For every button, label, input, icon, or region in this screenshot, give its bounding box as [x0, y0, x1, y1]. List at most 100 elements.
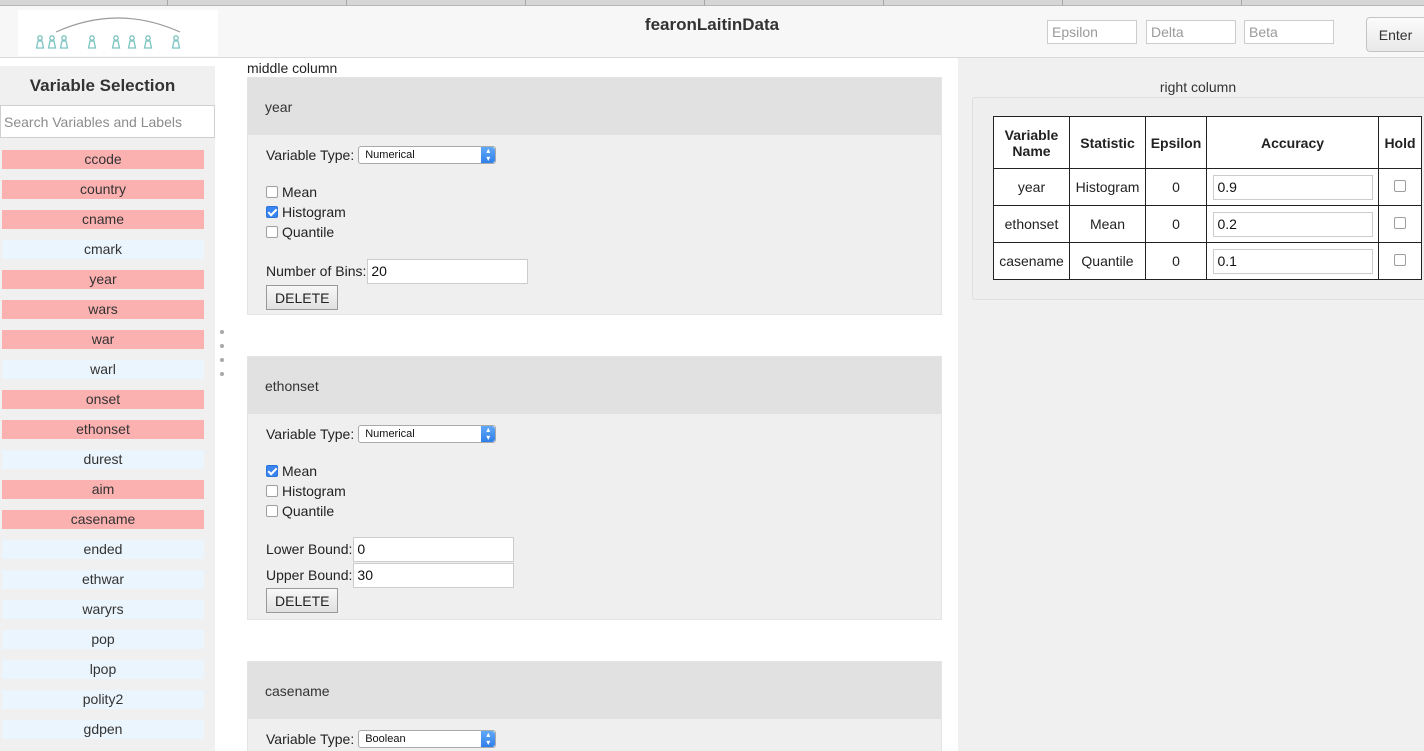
- cell-accuracy: [1206, 168, 1379, 206]
- variable-item-onset[interactable]: onset: [2, 390, 204, 409]
- card-header: year: [248, 78, 941, 135]
- variable-item-waryrs[interactable]: waryrs: [2, 600, 204, 619]
- card-header: casename: [248, 662, 941, 719]
- variable-type-label: Variable Type:: [266, 426, 355, 442]
- mean-label: Mean: [282, 463, 318, 479]
- variable-item-wars[interactable]: wars: [2, 300, 204, 319]
- statistics-panel: Variable Name Statistic Epsilon Accuracy…: [972, 97, 1424, 300]
- variable-item-polity2[interactable]: polity2: [2, 690, 204, 709]
- panel-resize-handle[interactable]: [220, 330, 226, 386]
- variable-item-gdpen[interactable]: gdpen: [2, 720, 204, 739]
- table-row: ethonset Mean 0: [993, 205, 1422, 243]
- upper-bound-input[interactable]: [353, 562, 515, 588]
- accuracy-input[interactable]: [1212, 211, 1373, 237]
- lower-bound-input[interactable]: [353, 536, 515, 562]
- quantile-label: Quantile: [282, 224, 335, 240]
- column-header-accuracy: Accuracy: [1206, 116, 1379, 169]
- variable-type-label: Variable Type:: [266, 731, 355, 747]
- mean-checkbox[interactable]: [266, 186, 278, 198]
- column-header-statistic: Statistic: [1069, 116, 1146, 169]
- cell-accuracy: [1206, 205, 1379, 243]
- delete-button[interactable]: DELETE: [266, 588, 339, 613]
- variable-card-year: year Variable Type: Numerical ▴ ▾ Mean His…: [247, 77, 942, 315]
- accuracy-input[interactable]: [1212, 248, 1373, 274]
- cell-variable-name: ethonset: [993, 205, 1070, 243]
- right-column: right column Variable Name Statistic Eps…: [958, 58, 1424, 751]
- variable-type-select[interactable]: Boolean ▴ ▾: [358, 730, 497, 748]
- histogram-checkbox[interactable]: [266, 485, 278, 497]
- upper-bound-label: Upper Bound:: [266, 567, 353, 583]
- variable-item-cmark[interactable]: cmark: [2, 240, 204, 259]
- delete-button[interactable]: DELETE: [266, 285, 339, 310]
- variable-item-ethwar[interactable]: ethwar: [2, 570, 204, 589]
- variable-item-ccode[interactable]: ccode: [2, 150, 204, 169]
- cell-accuracy: [1206, 242, 1379, 280]
- cell-epsilon: 0: [1145, 242, 1207, 280]
- select-arrows-icon: ▴ ▾: [481, 147, 496, 163]
- card-header: ethonset: [248, 357, 941, 414]
- variable-selection-title: Variable Selection: [29, 76, 176, 95]
- variable-item-pop[interactable]: pop: [2, 630, 204, 649]
- cell-variable-name: casename: [993, 242, 1070, 280]
- column-header-epsilon: Epsilon: [1145, 116, 1207, 169]
- lower-bound-label: Lower Bound:: [266, 541, 353, 557]
- variable-item-warl[interactable]: warl: [2, 360, 204, 379]
- epsilon-input[interactable]: [1047, 20, 1137, 44]
- cell-epsilon: 0: [1145, 168, 1207, 206]
- app-header: fearonLaitinData Enter: [0, 6, 1424, 58]
- select-arrows-icon: ▴ ▾: [481, 731, 496, 747]
- number-of-bins-label: Number of Bins:: [266, 263, 367, 279]
- histogram-label: Histogram: [282, 204, 346, 220]
- variable-item-war[interactable]: war: [2, 330, 204, 349]
- accuracy-input[interactable]: [1212, 174, 1373, 200]
- mean-checkbox[interactable]: [266, 465, 278, 477]
- right-column-title: right column: [1159, 79, 1237, 95]
- table-header-row: Variable Name Statistic Epsilon Accuracy…: [993, 116, 1422, 169]
- cell-hold: [1378, 168, 1422, 206]
- variable-type-value: Numerical: [365, 149, 415, 161]
- enter-button[interactable]: Enter: [1366, 17, 1424, 52]
- cell-hold: [1378, 242, 1422, 280]
- middle-column-title: middle column: [247, 60, 338, 76]
- cell-variable-name: year: [993, 168, 1070, 206]
- column-header-hold: Hold: [1378, 116, 1422, 169]
- number-of-bins-input[interactable]: [367, 258, 529, 284]
- variable-item-durest[interactable]: durest: [2, 450, 204, 469]
- cell-statistic: Histogram: [1069, 168, 1146, 206]
- variable-type-select[interactable]: Numerical ▴ ▾: [358, 425, 497, 443]
- variable-item-ethonset[interactable]: ethonset: [2, 420, 204, 439]
- variable-type-select[interactable]: Numerical ▴ ▾: [358, 146, 497, 164]
- quantile-label: Quantile: [282, 503, 335, 519]
- quantile-checkbox[interactable]: [266, 226, 278, 238]
- variable-item-cname[interactable]: cname: [2, 210, 204, 229]
- quantile-checkbox[interactable]: [266, 505, 278, 517]
- middle-column: middle column year Variable Type: Numeri…: [232, 58, 957, 751]
- variable-selection-panel: Variable Selection ccode country cname cmar…: [0, 66, 215, 751]
- variable-search-input[interactable]: [0, 105, 215, 138]
- histogram-checkbox[interactable]: [266, 206, 278, 218]
- cell-epsilon: 0: [1145, 205, 1207, 243]
- variable-item-country[interactable]: country: [2, 180, 204, 199]
- select-arrows-icon: ▴ ▾: [481, 426, 496, 442]
- variable-item-aim[interactable]: aim: [2, 480, 204, 499]
- beta-input[interactable]: [1244, 20, 1334, 44]
- delta-input[interactable]: [1146, 20, 1236, 44]
- cell-statistic: Mean: [1069, 205, 1146, 243]
- hold-checkbox[interactable]: [1394, 217, 1406, 229]
- cell-hold: [1378, 205, 1422, 243]
- variable-item-lpop[interactable]: lpop: [2, 660, 204, 679]
- variable-item-ended[interactable]: ended: [2, 540, 204, 559]
- variable-type-value: Boolean: [365, 733, 406, 745]
- cell-statistic: Quantile: [1069, 242, 1146, 280]
- hold-checkbox[interactable]: [1394, 180, 1406, 192]
- variable-list: ccode country cname cmark year wars war warl ons…: [2, 150, 204, 750]
- mean-label: Mean: [282, 184, 318, 200]
- variable-card-ethonset: ethonset Variable Type: Numerical ▴ ▾ Mean…: [247, 356, 942, 620]
- variable-item-year[interactable]: year: [2, 270, 204, 289]
- hold-checkbox[interactable]: [1394, 254, 1406, 266]
- variable-item-casename[interactable]: casename: [2, 510, 204, 529]
- table-row: casename Quantile 0: [993, 242, 1422, 280]
- column-header-variable-name: Variable Name: [993, 116, 1070, 169]
- variable-type-value: Numerical: [365, 428, 415, 440]
- table-row: year Histogram 0: [993, 168, 1422, 206]
